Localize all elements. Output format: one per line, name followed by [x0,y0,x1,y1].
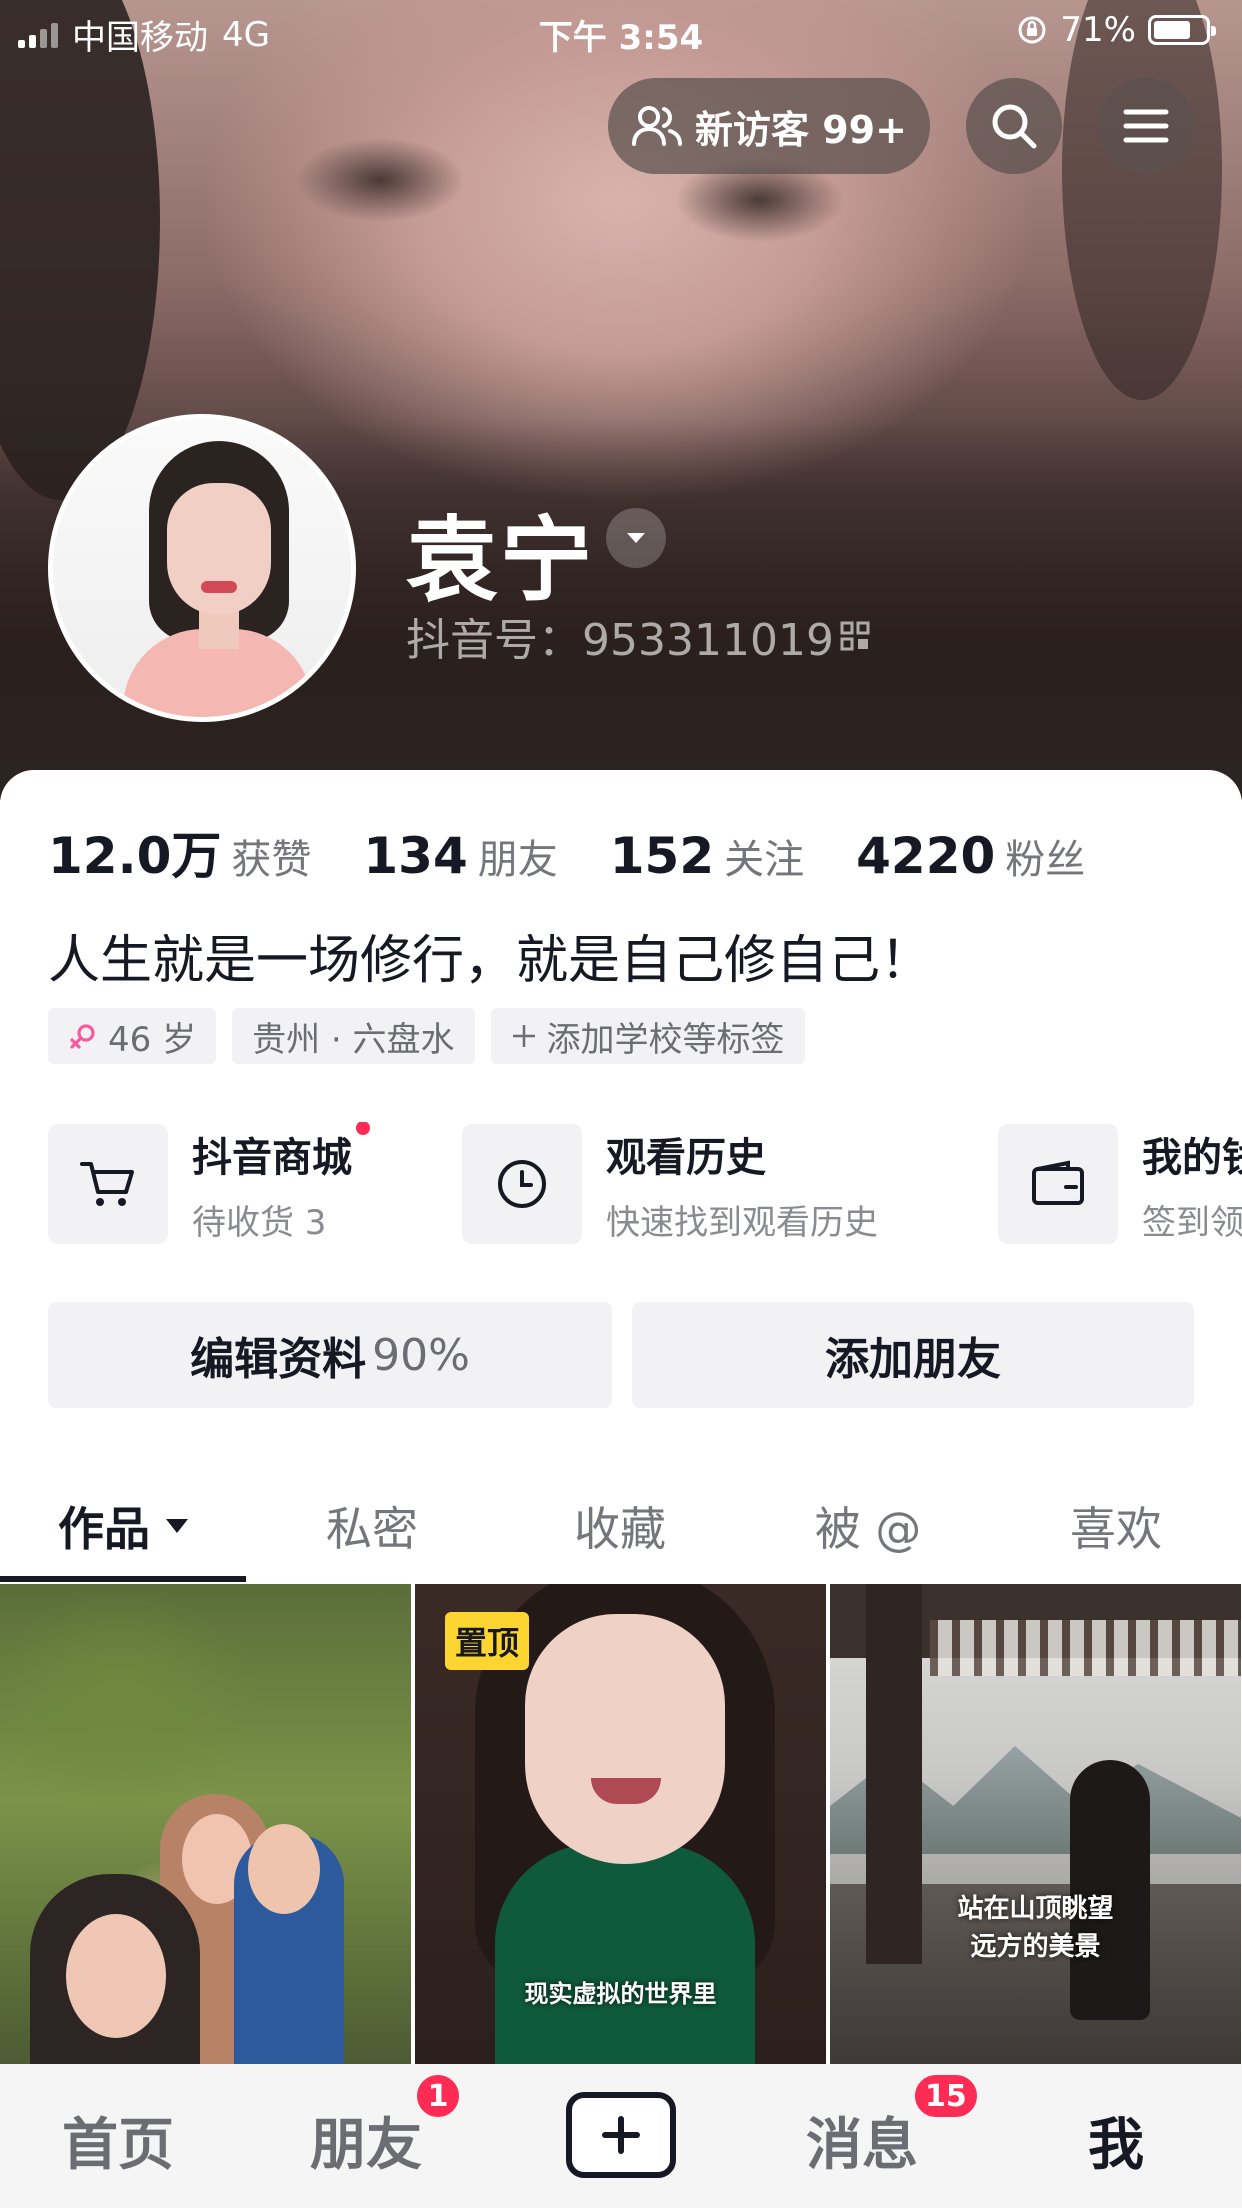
shortcut-subtitle: 待收货 3 [192,1202,327,1243]
status-bar: 中国移动 4G 下午 3:54 71% [0,0,1242,64]
edit-profile-label: 编辑资料 [190,1334,367,1385]
orientation-lock-icon [1018,16,1046,44]
profile-actions: 编辑资料 90% 添加朋友 [48,1302,1194,1408]
friends-badge: 1 [414,2072,462,2120]
bio-text: 人生就是一场修行，就是自己修自己！ [48,931,933,991]
location-tag: 贵州 · 六盘水 [232,1008,475,1064]
stat-value: 152 [609,827,715,885]
plus-icon [602,2116,640,2154]
video-thumbnail[interactable] [0,1584,411,2064]
stat-label: 粉丝 [1005,837,1086,883]
video-thumbnail[interactable]: 站在山顶眺望 远方的美景 [830,1584,1241,2064]
new-visitors-button[interactable]: 新访客 99+ [608,78,930,174]
female-icon [70,1024,95,1049]
people-icon [632,106,683,146]
stats-row: 12.0万 获赞 134 朋友 152 关注 4220 粉丝 [48,816,1137,888]
new-visitors-label: 新访客 99+ [695,107,907,152]
stat-value: 4220 [856,827,996,885]
bottom-nav: 首页 朋友 1 消息 15 我 [0,2064,1242,2208]
shortcut-mall[interactable]: 抖音商城 待收货 3 [48,1122,370,1246]
notification-dot [356,1122,370,1135]
shortcut-title: 我的钱包 [1142,1134,1242,1181]
location-label: 贵州 · 六盘水 [252,1019,455,1060]
tab-label: 作品 [58,1502,150,1556]
shortcut-subtitle: 快速找到观看历史 [606,1202,878,1243]
stat-label: 获赞 [231,837,312,883]
add-tag-label: 添加学校等标签 [546,1019,785,1060]
content-tabs: 作品 私密 收藏 被 @ 喜欢 [0,1470,1242,1582]
nav-messages[interactable]: 消息 [806,2100,918,2181]
chevron-down-icon [627,533,645,543]
stat-label: 关注 [724,837,805,883]
shortcut-title: 观看历史 [606,1134,766,1181]
shortcut-wallet[interactable]: 我的钱包 签到领 [998,1122,1242,1246]
video-caption: 站在山顶眺望 远方的美景 [957,1894,1114,1962]
age-label: 46 岁 [108,1019,197,1060]
battery-percent: 71% [1060,10,1136,50]
clock-icon [498,1160,546,1208]
nav-me[interactable]: 我 [1088,2100,1144,2181]
profile-name: 袁宁 [406,507,595,614]
stat-likes[interactable]: 12.0万 获赞 [48,816,311,888]
stat-value: 12.0万 [48,827,222,885]
create-button[interactable] [566,2092,676,2178]
shortcut-title: 抖音商城 [192,1134,352,1181]
profile-completion: 90% [372,1329,470,1381]
stat-following[interactable]: 152 关注 [610,827,804,885]
add-friend-label: 添加朋友 [825,1334,1001,1385]
video-caption: 现实虚拟的世界里 [524,1980,717,2008]
douyin-id[interactable]: 抖音号：953311019 [406,604,870,668]
shortcut-history[interactable]: 观看历史 快速找到观看历史 [462,1122,878,1246]
shortcut-subtitle: 签到领 [1142,1202,1242,1243]
account-switch-button[interactable] [606,508,666,568]
video-grid: 置顶 现实虚拟的世界里 站在山顶眺望 远方的美景 [0,1584,1242,2064]
cart-icon [80,1162,134,1206]
nav-friends[interactable]: 朋友 [310,2100,422,2181]
shortcut-row: 抖音商城 待收货 3 观看历史 快速找到观看历史 我的 签到领 [48,1122,1242,1246]
stat-followers[interactable]: 4220 粉丝 [856,827,1085,885]
messages-badge: 15 [912,2072,980,2120]
tab-likes[interactable]: 喜欢 [992,1470,1240,1582]
plus-icon [512,1025,535,1047]
stat-label: 朋友 [477,837,558,883]
tab-mentions[interactable]: 被 @ [744,1470,992,1582]
battery-icon [1148,15,1216,45]
tab-works[interactable]: 作品 [0,1470,248,1582]
tab-label: 私密 [326,1502,418,1556]
nav-home[interactable]: 首页 [62,2100,174,2181]
add-friend-button[interactable]: 添加朋友 [632,1302,1194,1408]
tab-label: 收藏 [574,1502,666,1556]
tab-favorites[interactable]: 收藏 [496,1470,744,1582]
tab-label: 被 @ [814,1502,922,1556]
video-thumbnail[interactable]: 置顶 现实虚拟的世界里 [415,1584,826,2064]
edit-profile-button[interactable]: 编辑资料 90% [48,1302,612,1408]
qr-code-icon [840,621,870,651]
caret-down-icon [166,1519,188,1533]
tab-private[interactable]: 私密 [248,1470,496,1582]
pinned-badge: 置顶 [445,1612,530,1670]
wallet-icon [1032,1160,1084,1205]
tab-label: 喜欢 [1070,1502,1162,1556]
douyin-id-label: 抖音号：953311019 [406,615,834,666]
age-tag: 46 岁 [48,1008,217,1064]
search-button[interactable] [966,78,1062,174]
avatar[interactable] [48,414,356,722]
hamburger-icon [1123,109,1169,143]
stat-value: 134 [363,827,468,885]
menu-button[interactable] [1098,78,1194,174]
add-tag-button[interactable]: 添加学校等标签 [490,1008,805,1064]
search-icon [992,104,1037,149]
profile-tags: 46 岁 贵州 · 六盘水 添加学校等标签 [48,1008,805,1064]
stat-friends[interactable]: 134 朋友 [363,827,557,885]
